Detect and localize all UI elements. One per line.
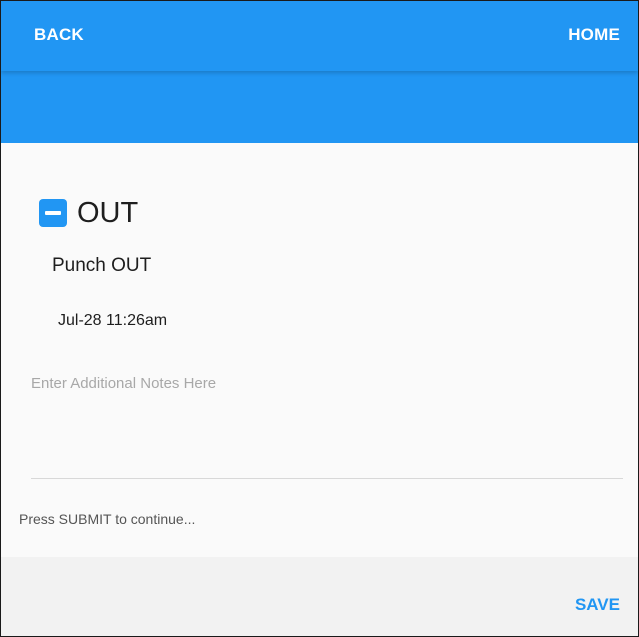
action-footer: SAVE [1, 557, 638, 636]
submit-instructions: Press SUBMIT to continue... [19, 511, 196, 527]
minus-square-icon[interactable] [39, 199, 67, 227]
app-frame: BACK HOME OUT Punch OUT Jul-28 11:26am P… [0, 0, 639, 637]
home-button[interactable]: HOME [568, 25, 620, 45]
punch-content: OUT Punch OUT Jul-28 11:26am Press SUBMI… [1, 143, 638, 557]
punch-timestamp: Jul-28 11:26am [58, 312, 168, 329]
back-button[interactable]: BACK [34, 25, 84, 45]
punch-title: OUT [77, 196, 139, 229]
notes-input[interactable] [31, 363, 623, 479]
punch-out-row: OUT [39, 193, 138, 233]
save-button[interactable]: SAVE [575, 595, 620, 615]
app-header: BACK HOME [1, 1, 638, 143]
top-nav-bar: BACK HOME [1, 1, 638, 71]
minus-dash [45, 211, 61, 215]
punch-subtitle: Punch OUT [52, 255, 152, 276]
